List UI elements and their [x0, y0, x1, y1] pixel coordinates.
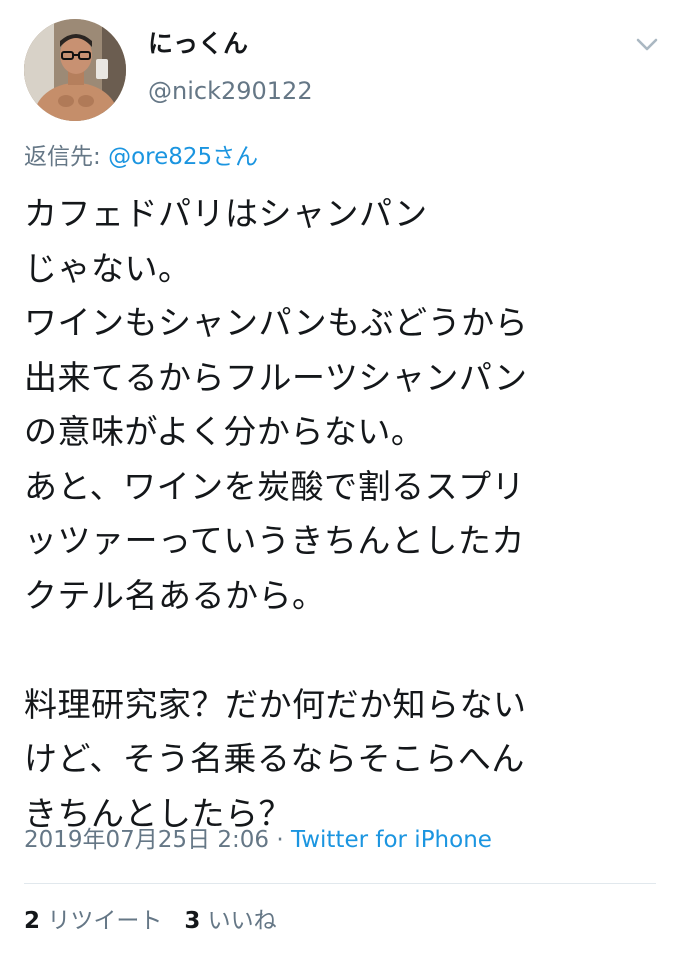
tweet-text-line [24, 623, 664, 678]
like-count: 3 [184, 908, 201, 934]
chevron-down-icon[interactable] [632, 32, 662, 56]
tweet-text-line: 料理研究家？だか何だか知らない [24, 684, 527, 724]
tweet-text-line: カフェドパリはシャンパン [24, 194, 428, 233]
tweet-text-line: あと、ワインを炭酸で割るスプリ [24, 466, 526, 506]
like-stat[interactable]: 3 いいね [184, 908, 276, 934]
tweet-text-line: 出来てるからフルーツシャンパン [24, 357, 528, 397]
meta-separator: · [269, 827, 291, 853]
retweet-label: リツイート [47, 908, 163, 934]
retweet-count: 2 [24, 908, 41, 934]
tweet-text-line: の意味がよく分からない。 [24, 412, 425, 451]
retweet-stat[interactable]: 2 リツイート [24, 908, 162, 934]
tweet-meta: 2019年07月25日 2:06 · Twitter for iPhone [24, 824, 492, 856]
reply-prefix: 返信先: [24, 144, 109, 170]
tweet-text: カフェドパリはシャンパン じゃない。 ワインもシャンパンもぶどうから 出来てるか… [24, 187, 664, 841]
tweet-source-link[interactable]: Twitter for iPhone [291, 827, 492, 853]
author-handle[interactable]: @nick290122 [148, 75, 313, 107]
tweet-text-line: ッツァーっていうきちんとしたカ [24, 521, 525, 560]
reply-mention-link[interactable]: @ore825さん [108, 144, 258, 170]
avatar-photo [24, 19, 126, 121]
author-display-name[interactable]: にっくん [148, 28, 248, 60]
tweet-stats: 2 リツイート 3 いいね [24, 905, 277, 937]
avatar[interactable] [24, 19, 126, 121]
tweet-text-line: ワインもシャンパンもぶどうから [24, 303, 529, 342]
tweet-timestamp[interactable]: 2019年07月25日 2:06 [24, 827, 269, 853]
tweet-text-line: じゃない。 [24, 248, 192, 288]
reply-context: 返信先: @ore825さん [24, 141, 258, 173]
tweet-card: にっくん @nick290122 返信先: @ore825さん カフェドパリはシ… [0, 0, 680, 953]
divider [24, 883, 656, 884]
like-label: いいね [207, 908, 277, 934]
tweet-text-line: けど、そう名乗るならそこらへん [24, 739, 525, 778]
tweet-text-line: クテル名あるから。 [24, 575, 326, 615]
